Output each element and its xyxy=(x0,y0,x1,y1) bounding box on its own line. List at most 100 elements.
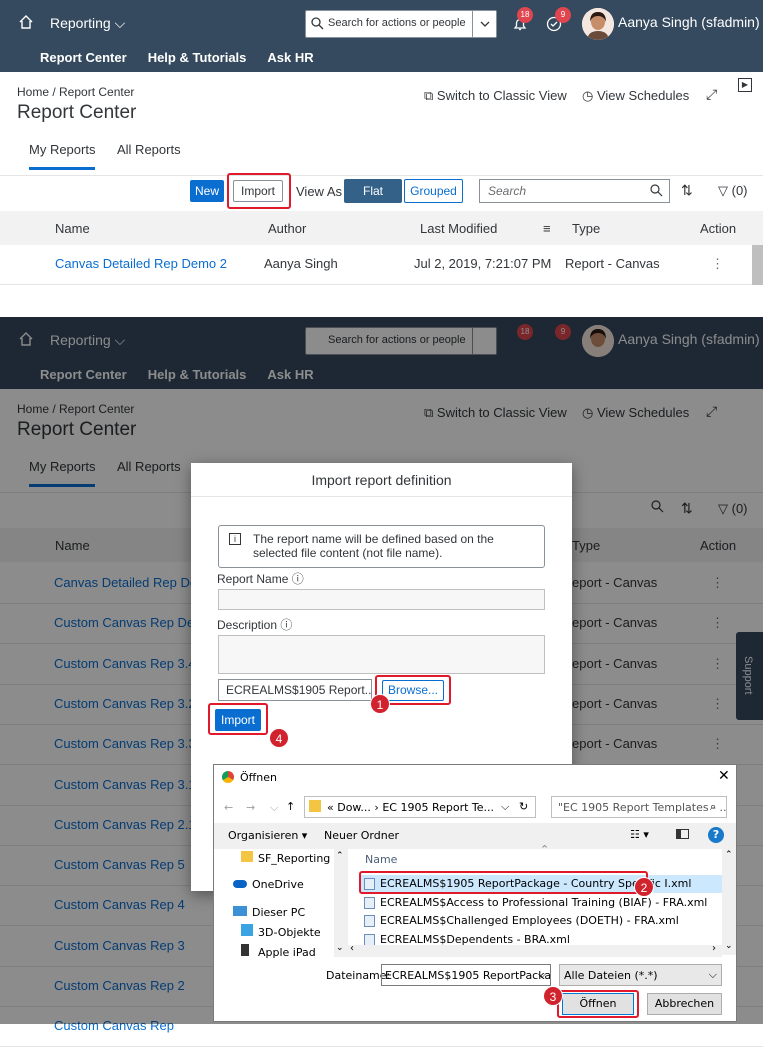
scrollbar[interactable] xyxy=(752,245,763,285)
tree-item-3d[interactable]: 3D-Objekte xyxy=(241,924,321,939)
col-author[interactable]: Author xyxy=(268,221,306,236)
file-list-item[interactable]: ECREALMS$Challenged Employees (DOETH) - … xyxy=(360,912,722,930)
path-folder[interactable]: EC 1905 Report Te... xyxy=(382,801,494,814)
filename-input[interactable]: ECREALMS$1905 ReportPackage ⌵ xyxy=(381,964,551,986)
clock-icon: ◷ xyxy=(582,88,594,103)
chevron-down-icon[interactable]: ⌵ xyxy=(709,968,717,982)
folder-search-placeholder: "EC 1905 Report Templates - ... xyxy=(558,801,727,814)
fullscreen-icon[interactable]: ⤢ xyxy=(706,86,717,103)
file-name: ECREALMS$Access to Professional Training… xyxy=(380,895,708,909)
nav-report-center[interactable]: Report Center xyxy=(40,50,127,65)
import-button[interactable]: Import xyxy=(233,180,283,202)
search-icon xyxy=(650,184,663,200)
table-header: Name Author Last Modified ≡ Type Action xyxy=(0,211,763,245)
info-box: i The report name will be defined based … xyxy=(218,525,545,568)
flat-toggle[interactable]: Flat xyxy=(344,179,402,203)
sort-icon[interactable]: ⇅ xyxy=(681,182,693,199)
switch-icon: ⧉ xyxy=(424,88,434,103)
switch-classic-label: Switch to Classic View xyxy=(436,88,567,103)
xml-file-icon xyxy=(364,915,375,927)
dialog-title: Import report definition xyxy=(191,463,572,497)
close-icon[interactable]: ✕ xyxy=(718,768,730,784)
open-button[interactable]: Öffnen xyxy=(562,993,634,1015)
path-downloads[interactable]: Dow... xyxy=(337,801,371,814)
tree-scrollbar[interactable]: ⌃ ⌄ xyxy=(334,849,348,957)
report-name-link[interactable]: Canvas Detailed Rep Demo 2 xyxy=(55,256,227,271)
breadcrumb[interactable]: Home / Report Center xyxy=(17,85,134,99)
report-name-input[interactable] xyxy=(218,589,545,610)
cancel-button[interactable]: Abbrechen xyxy=(647,993,722,1015)
chevron-down-icon[interactable]: ⌵ xyxy=(501,800,509,814)
user-menu[interactable]: Aanya Singh (sfadmin) ⌵ xyxy=(618,14,763,31)
refresh-icon[interactable]: ↻ xyxy=(519,800,528,813)
filetype-value: Alle Dateien (*.*) xyxy=(564,969,658,982)
search-box[interactable]: Search for actions or people xyxy=(305,10,497,38)
new-button[interactable]: New xyxy=(190,180,224,202)
chevron-down-icon[interactable]: ⌵ xyxy=(270,801,278,815)
nav-tree: SF_Reporting OneDrive Dieser PC 3D-Objek… xyxy=(214,849,349,959)
chevron-down-icon[interactable]: ⌵ xyxy=(538,968,546,982)
xml-file-icon xyxy=(364,933,375,946)
user-name: Aanya Singh (sfadmin) xyxy=(618,14,760,30)
tree-item-onedrive[interactable]: OneDrive xyxy=(233,878,304,891)
path-sep: › xyxy=(374,801,379,814)
file-list-item[interactable]: ECREALMS$Access to Professional Training… xyxy=(360,894,722,912)
info-text: The report name will be defined based on… xyxy=(253,532,494,560)
filter-button[interactable]: ▽ (0) xyxy=(718,183,748,199)
tree-item-sf-reporting[interactable]: SF_Reporting xyxy=(241,851,330,865)
home-icon[interactable] xyxy=(18,14,34,33)
step-marker: 1 xyxy=(370,694,390,714)
search-dropdown[interactable] xyxy=(472,11,496,37)
view-options-icon[interactable]: ☷ ▾ xyxy=(630,828,649,841)
filter-icon: ▽ xyxy=(718,183,728,198)
preview-pane-icon[interactable] xyxy=(676,829,689,839)
shell-bar: Reporting ⌵ Search for actions or people… xyxy=(0,0,763,72)
files-scrollbar[interactable]: ⌃ ⌄ xyxy=(722,849,736,955)
back-icon[interactable]: ← xyxy=(224,801,233,814)
help-icon[interactable]: ? xyxy=(708,827,724,843)
description-input[interactable] xyxy=(218,635,545,674)
files-hscrollbar[interactable]: ‹ › xyxy=(348,943,722,957)
col-name[interactable]: Name xyxy=(365,853,397,866)
step-marker: 2 xyxy=(634,877,654,897)
expand-icon[interactable]: ▶ xyxy=(738,78,752,92)
help-icon[interactable]: ⓘ xyxy=(280,618,292,632)
nav-help-tutorials[interactable]: Help & Tutorials xyxy=(148,50,247,65)
avatar[interactable] xyxy=(582,8,614,40)
cube-icon xyxy=(241,924,253,936)
browse-button[interactable]: Browse... xyxy=(382,680,444,701)
import-button[interactable]: Import xyxy=(215,709,261,731)
view-schedules-link[interactable]: ◷ View Schedules xyxy=(582,88,689,104)
nav-ask-hr[interactable]: Ask HR xyxy=(267,50,313,65)
grouped-toggle[interactable]: Grouped xyxy=(404,179,463,203)
step-marker: 4 xyxy=(269,728,289,748)
help-icon[interactable]: ⓘ xyxy=(292,572,304,586)
description-text: Description xyxy=(217,618,278,632)
organize-menu[interactable]: Organisieren ▾ xyxy=(228,829,307,842)
tree-item-this-pc[interactable]: Dieser PC xyxy=(233,906,305,919)
search-placeholder: Search for actions or people xyxy=(328,17,466,29)
tab-all-reports[interactable]: All Reports xyxy=(117,142,181,157)
app-menu[interactable]: Reporting ⌵ xyxy=(50,15,125,32)
report-search-placeholder: Search xyxy=(488,184,527,198)
filetype-select[interactable]: Alle Dateien (*.*) ⌵ xyxy=(559,964,722,986)
forward-icon[interactable]: → xyxy=(246,801,255,814)
path-back[interactable]: « xyxy=(327,801,334,814)
col-last-modified[interactable]: Last Modified xyxy=(420,221,497,236)
file-open-dialog: Öffnen ✕ ← → ⌵ ↑ « Dow... › EC 1905 Repo… xyxy=(213,764,737,1022)
col-name[interactable]: Name xyxy=(55,221,90,236)
folder-icon xyxy=(309,800,321,812)
more-icon[interactable]: ⋮ xyxy=(711,256,724,272)
tree-label: OneDrive xyxy=(252,878,304,891)
folder-search-input[interactable]: "EC 1905 Report Templates - ... ⌕ xyxy=(551,796,727,818)
file-name-field[interactable]: ECREALMS$1905 Report... xyxy=(218,679,372,701)
highlight-file xyxy=(359,871,648,894)
col-type[interactable]: Type xyxy=(572,221,600,236)
tree-item-ipad[interactable]: Apple iPad xyxy=(241,944,316,959)
address-bar[interactable]: « Dow... › EC 1905 Report Te... ⌵ ↻ xyxy=(304,796,536,818)
up-icon[interactable]: ↑ xyxy=(286,800,295,813)
report-search-input[interactable]: Search xyxy=(479,179,670,203)
new-folder-button[interactable]: Neuer Ordner xyxy=(324,829,399,842)
tab-my-reports[interactable]: My Reports xyxy=(29,142,96,170)
switch-classic-link[interactable]: ⧉ Switch to Classic View xyxy=(424,88,567,104)
